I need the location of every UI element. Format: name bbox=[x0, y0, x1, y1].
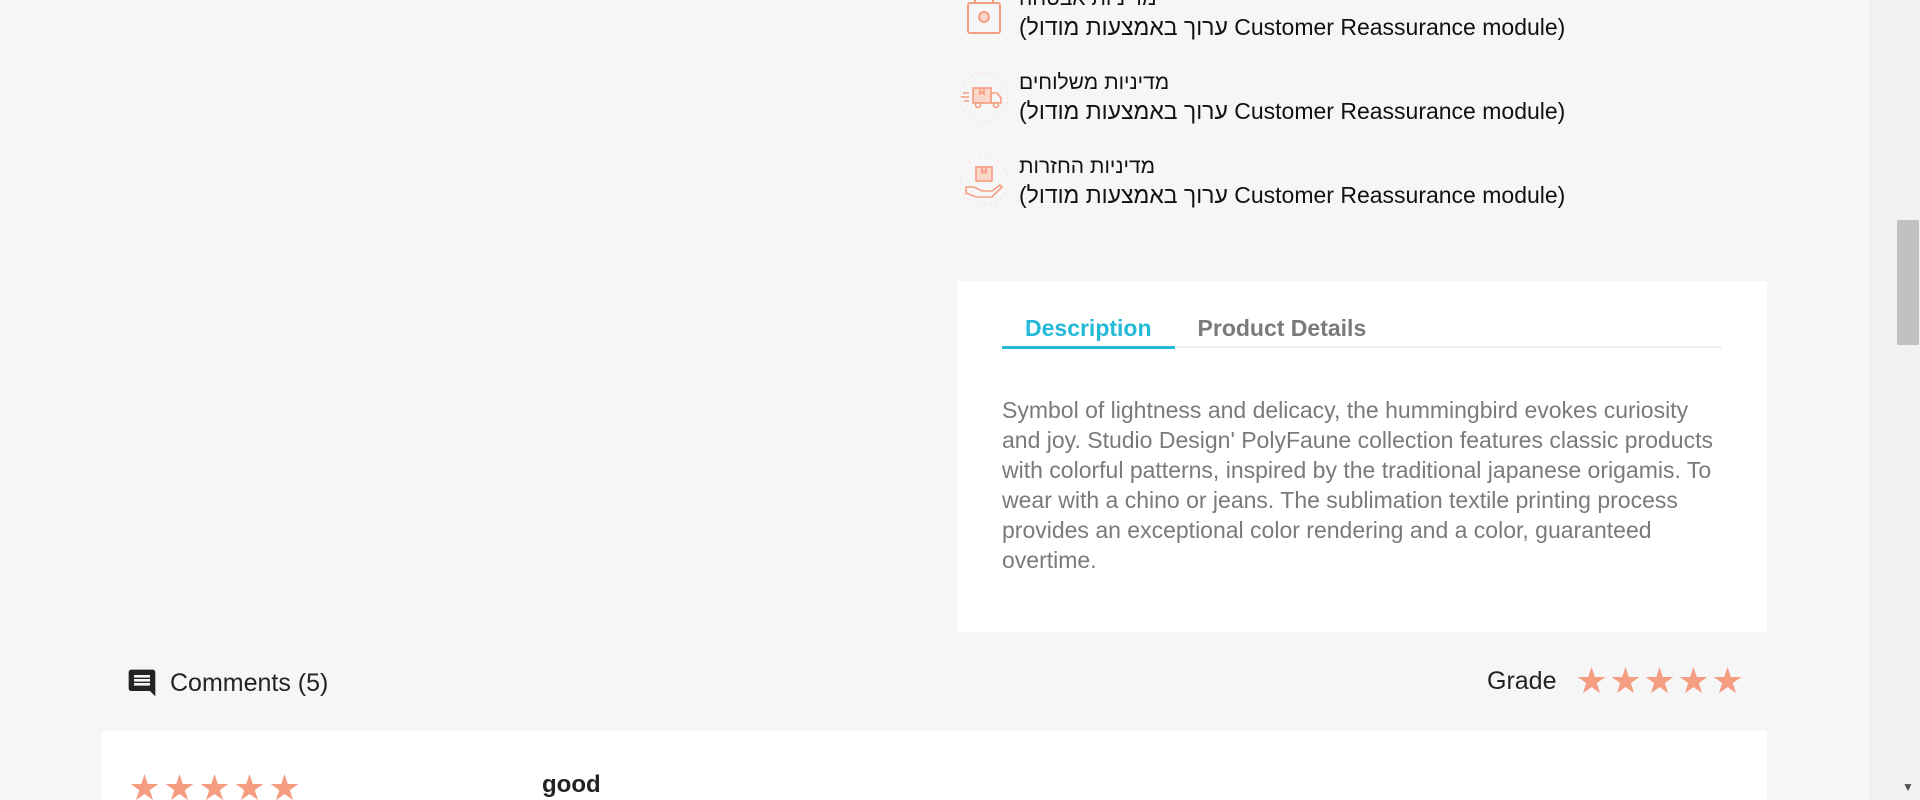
grade-label: Grade bbox=[1487, 666, 1557, 695]
review-title: good bbox=[542, 771, 601, 798]
return-package-icon bbox=[957, 154, 1011, 208]
reassurance-desc: (ערוך באמצעות מודול Customer Reassurance… bbox=[1019, 98, 1566, 124]
tab-nav: Description Product Details bbox=[1002, 317, 1722, 349]
star-icon: ★ bbox=[1677, 660, 1710, 701]
review-card: ★ ★ ★ ★ ★ good bbox=[102, 731, 1767, 800]
star-icon: ★ bbox=[128, 767, 161, 800]
comments-count: Comments (5) bbox=[170, 668, 329, 697]
reassurance-item-security: מדיניות אבטחה (ערוך באמצעות מודול Custom… bbox=[957, 0, 1577, 56]
review-stars: ★ ★ ★ ★ ★ bbox=[127, 767, 302, 800]
star-icon: ★ bbox=[163, 767, 196, 800]
product-tabs-card: Description Product Details Symbol of li… bbox=[957, 281, 1767, 632]
star-icon: ★ bbox=[233, 767, 266, 800]
reassurance-item-returns: מדיניות החזרות (ערוך באמצעות מודול Custo… bbox=[957, 154, 1577, 224]
security-lock-icon bbox=[957, 0, 1011, 40]
star-icon: ★ bbox=[268, 767, 301, 800]
star-icon: ★ bbox=[1575, 660, 1608, 701]
star-icon: ★ bbox=[1609, 660, 1642, 701]
tab-description[interactable]: Description bbox=[1002, 317, 1175, 349]
delivery-truck-icon bbox=[957, 70, 1011, 124]
scroll-down-arrow-icon[interactable]: ▼ bbox=[1899, 780, 1917, 794]
page-scrollbar[interactable]: ▼ bbox=[1870, 0, 1920, 800]
reassurance-title: מדיניות משלוחים bbox=[1019, 71, 1170, 94]
star-icon: ★ bbox=[1643, 660, 1676, 701]
tab-product-details[interactable]: Product Details bbox=[1175, 317, 1390, 349]
star-icon: ★ bbox=[198, 767, 231, 800]
product-description: Symbol of lightness and delicacy, the hu… bbox=[1002, 397, 1713, 573]
scrollbar-thumb[interactable] bbox=[1897, 220, 1919, 345]
comment-icon bbox=[128, 669, 156, 697]
reassurance-desc: (ערוך באמצעות מודול Customer Reassurance… bbox=[1019, 182, 1566, 208]
reassurance-title: מדיניות החזרות bbox=[1019, 155, 1156, 178]
reassurance-item-delivery: מדיניות משלוחים (ערוך באמצעות מודול Cust… bbox=[957, 70, 1577, 140]
star-icon: ★ bbox=[1711, 660, 1744, 701]
comments-header: Comments (5) bbox=[126, 665, 328, 701]
reassurance-title: מדיניות אבטחה bbox=[1019, 0, 1579, 12]
grade-stars: ★ ★ ★ ★ ★ bbox=[1574, 660, 1744, 701]
grade-summary: Grade ★ ★ ★ ★ ★ bbox=[1487, 663, 1744, 699]
reassurance-desc: (ערוך באמצעות מודול Customer Reassurance… bbox=[1019, 14, 1566, 40]
